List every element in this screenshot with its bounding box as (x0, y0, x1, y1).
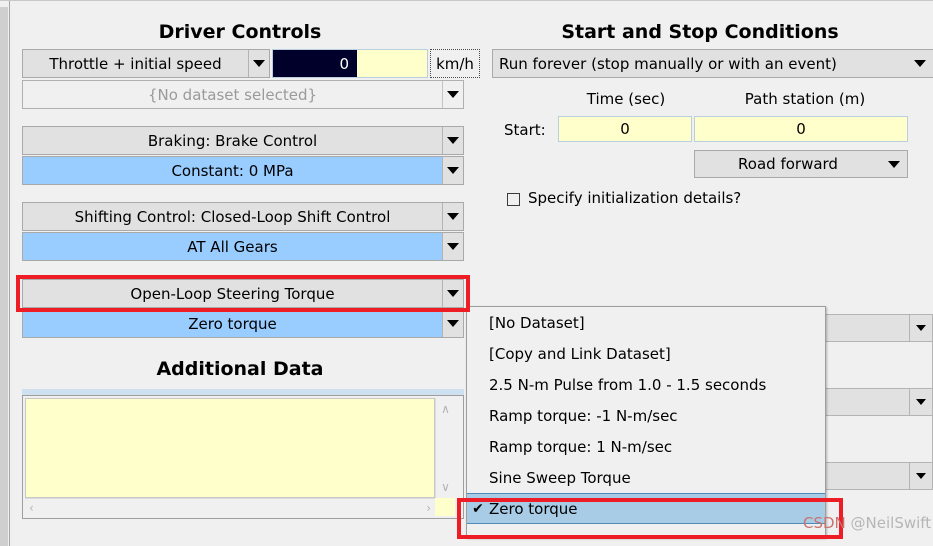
window-left-rail (0, 1, 10, 546)
page-title-start-stop-conditions: Start and Stop Conditions (561, 21, 839, 43)
chevron-down-icon[interactable] (909, 315, 932, 341)
scroll-right-icon[interactable]: › (426, 501, 431, 515)
dropdown-menu-item[interactable]: [Copy and Link Dataset] (467, 338, 825, 369)
chevron-down-icon[interactable] (442, 203, 463, 230)
scrollbar-corner (435, 498, 455, 516)
dropdown-menu-item-label: [No Dataset] (489, 313, 585, 332)
initial-speed-input[interactable]: 0 (272, 49, 428, 78)
dropdown-menu-item-label: Ramp torque: -1 N-m/sec (489, 406, 678, 425)
chevron-down-icon[interactable] (442, 127, 463, 154)
chevron-down-icon[interactable] (442, 157, 463, 184)
road-direction-combo[interactable]: Road forward (694, 150, 908, 178)
dropdown-menu-item-label: Sine Sweep Torque (489, 468, 631, 487)
dropdown-items-container: [No Dataset] [Copy and Link Dataset] 2.5 N… (467, 307, 825, 524)
dropdown-menu-item[interactable]: Ramp torque: 1 N-m/sec (467, 431, 825, 462)
dropdown-menu-item-label: [Copy and Link Dataset] (489, 344, 671, 363)
hidden-combo-stub-2[interactable] (825, 388, 933, 416)
start-row-label: Start: (504, 121, 546, 139)
steering-value-combo[interactable]: Zero torque (22, 309, 464, 338)
chevron-down-icon[interactable] (442, 81, 463, 108)
specify-initialization-checkbox[interactable] (507, 193, 520, 206)
scroll-left-icon[interactable]: ‹ (29, 501, 34, 515)
chevron-down-icon[interactable] (909, 463, 932, 489)
run-mode-combo[interactable]: Run forever (stop manually or with an ev… (492, 49, 933, 78)
column-header-time: Time (sec) (586, 90, 666, 108)
watermark-user: @NeilSwift (845, 514, 932, 532)
dropdown-menu-item[interactable]: ✔ Zero torque (467, 493, 825, 524)
braking-control-label: Braking: Brake Control (23, 127, 442, 154)
dropdown-menu-item-label: 2.5 N-m Pulse from 1.0 - 1.5 seconds (489, 375, 767, 394)
hidden-combo-gap-1 (825, 342, 933, 388)
page-title-driver-controls: Driver Controls (158, 21, 322, 43)
scroll-up-icon[interactable]: ∧ (441, 398, 450, 416)
throttle-mode-label: Throttle + initial speed (23, 50, 248, 77)
chevron-down-icon[interactable] (248, 50, 269, 77)
shifting-control-label: Shifting Control: Closed-Loop Shift Cont… (23, 203, 442, 230)
chevron-down-icon[interactable] (442, 310, 463, 337)
road-direction-label: Road forward (695, 151, 881, 177)
run-mode-label: Run forever (stop manually or with an ev… (493, 50, 907, 77)
dropdown-menu-item-label: Ramp torque: 1 N-m/sec (489, 437, 673, 456)
dropdown-menu-item-label: Zero torque (489, 499, 578, 518)
section-title-additional-data: Additional Data (156, 358, 324, 380)
steering-dataset-dropdown-menu[interactable]: [No Dataset] [Copy and Link Dataset] 2.5 N… (466, 306, 826, 538)
start-path-station-input[interactable]: 0 (694, 116, 908, 142)
additional-data-vertical-scrollbar[interactable]: ∧ ∨ (435, 398, 455, 498)
braking-control-combo[interactable]: Braking: Brake Control (22, 126, 464, 155)
hidden-combo-gap-2 (825, 416, 933, 462)
dropdown-menu-item[interactable]: Ramp torque: -1 N-m/sec (467, 400, 825, 431)
additional-data-textarea[interactable] (25, 398, 435, 498)
chevron-down-icon[interactable] (442, 233, 463, 260)
dropdown-menu-item[interactable]: 2.5 N-m Pulse from 1.0 - 1.5 seconds (467, 369, 825, 400)
dropdown-menu-item[interactable]: Sine Sweep Torque (467, 462, 825, 493)
shifting-value-label: AT All Gears (23, 233, 442, 260)
simulation-run-control-window: Driver Controls Throttle + initial speed… (0, 0, 933, 546)
chevron-down-icon[interactable] (442, 280, 463, 307)
hidden-combo-stub-3[interactable] (825, 462, 933, 490)
steering-control-label: Open-Loop Steering Torque (23, 280, 442, 307)
throttle-mode-combo[interactable]: Throttle + initial speed (22, 49, 270, 78)
dataset-label: {No dataset selected} (23, 81, 442, 108)
column-header-path-station: Path station (m) (744, 90, 866, 108)
steering-control-combo[interactable]: Open-Loop Steering Torque (22, 279, 464, 308)
check-icon: ✔ (472, 500, 484, 517)
chevron-down-icon[interactable] (909, 389, 932, 415)
initial-speed-value: 0 (273, 50, 357, 77)
window-left-rail-shade (0, 7, 8, 546)
specify-initialization-label: Specify initialization details? (528, 189, 742, 207)
dropdown-menu-item[interactable]: [No Dataset] (467, 307, 825, 338)
initial-speed-unit-label: km/h (430, 49, 480, 78)
steering-value-label: Zero torque (23, 310, 442, 337)
chevron-down-icon[interactable] (907, 50, 933, 77)
shifting-value-combo[interactable]: AT All Gears (22, 232, 464, 261)
hidden-combo-stub-1[interactable] (825, 314, 933, 342)
braking-value-label: Constant: 0 MPa (23, 157, 442, 184)
braking-value-combo[interactable]: Constant: 0 MPa (22, 156, 464, 185)
shifting-control-combo[interactable]: Shifting Control: Closed-Loop Shift Cont… (22, 202, 464, 231)
watermark-csdn: CSDN (803, 514, 846, 532)
chevron-down-icon[interactable] (881, 151, 907, 177)
scroll-down-icon[interactable]: ∨ (441, 480, 450, 498)
dataset-combo[interactable]: {No dataset selected} (22, 80, 464, 109)
watermark: CSDN @NeilSwift (803, 514, 931, 532)
start-time-input[interactable]: 0 (558, 116, 692, 142)
additional-data-horizontal-scrollbar[interactable]: ‹ › (25, 498, 435, 516)
